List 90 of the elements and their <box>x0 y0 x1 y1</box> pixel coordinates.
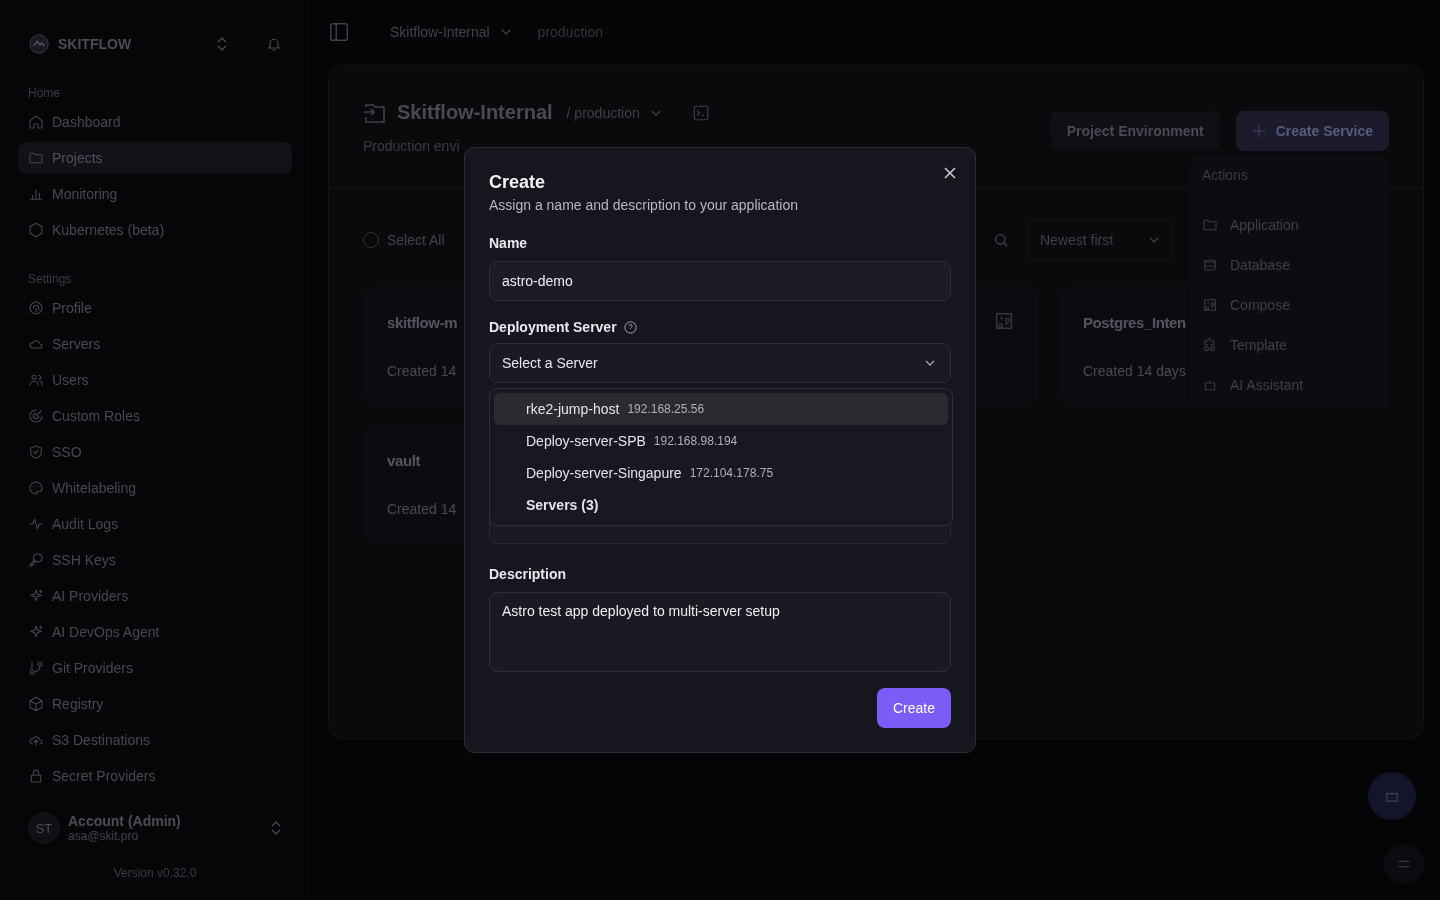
create-service-button[interactable]: Create Service <box>1235 111 1389 151</box>
sidebar-item[interactable]: Kubernetes (beta) <box>18 214 292 246</box>
account-menu[interactable]: ST Account (Admin) asa@skit.pro <box>18 800 292 856</box>
server-option[interactable]: Deploy-server-Singapure 172.104.178.75 <box>494 457 948 489</box>
menu-item[interactable]: Compose <box>1202 285 1376 325</box>
menu-item[interactable]: AI Assistant <box>1202 365 1376 405</box>
sidebar-item[interactable]: Servers <box>18 328 292 360</box>
avatar: ST <box>28 812 60 844</box>
service-name: skitflow-m <box>387 314 458 331</box>
git-branch-icon <box>28 660 44 676</box>
sidebar-item[interactable]: Projects <box>18 142 292 174</box>
home-icon <box>28 114 44 130</box>
sidebar-item[interactable]: Profile <box>18 292 292 324</box>
compose-icon <box>993 310 1015 332</box>
help-icon[interactable] <box>622 319 638 335</box>
sidebar-item[interactable]: S3 Destinations <box>18 724 292 756</box>
create-button[interactable]: Create <box>876 688 951 728</box>
environment-selector[interactable]: / production <box>566 104 640 121</box>
compose-icon <box>1202 297 1218 313</box>
description-input[interactable]: Astro test app deployed to multi-server setup <box>489 592 951 672</box>
plus-icon <box>1251 124 1266 138</box>
account-name: Account (Admin) <box>68 813 182 829</box>
menu-item[interactable]: Template <box>1202 325 1376 365</box>
bell-icon[interactable] <box>266 36 282 52</box>
key-icon <box>28 552 44 568</box>
close-icon[interactable] <box>943 166 957 180</box>
dialog-subtitle: Assign a name and description to your application <box>489 197 799 213</box>
folder-icon <box>28 150 44 166</box>
sidebar-item[interactable]: Git Providers <box>18 652 292 684</box>
brand-name: SKITFLOW <box>58 36 133 52</box>
menu-item[interactable]: Application <box>1202 205 1376 245</box>
breadcrumb-project[interactable]: Skitflow-Internal <box>390 24 490 40</box>
shield-icon <box>28 444 44 460</box>
select-all-label: Select All <box>387 232 445 248</box>
sidebar-item[interactable]: SSO <box>18 436 292 468</box>
robot-icon <box>1202 377 1218 393</box>
database-icon <box>1202 257 1218 273</box>
sidebar-item[interactable]: AI Providers <box>18 580 292 612</box>
palette-icon <box>28 480 44 496</box>
service-name: vault <box>387 452 420 469</box>
account-email: asa@skit.pro <box>68 829 140 843</box>
created-date: Created 14 <box>387 363 457 379</box>
version-label: Version v0.32.0 <box>112 865 198 882</box>
name-input[interactable]: astro-demo <box>489 261 951 301</box>
sparkle-icon <box>28 624 44 640</box>
server-option[interactable]: Deploy-server-SPB 192.168.98.194 <box>494 425 948 457</box>
sidebar-item[interactable]: Audit Logs <box>18 508 292 540</box>
package-icon <box>28 696 44 712</box>
sidebar-item[interactable]: Whitelabeling <box>18 472 292 504</box>
lock-icon <box>28 768 44 784</box>
project-title: Skitflow-Internal <box>397 101 553 124</box>
sidebar-item[interactable]: Dashboard <box>18 106 292 138</box>
chevrons-icon <box>270 820 282 836</box>
activity-icon <box>28 516 44 532</box>
section-heading: Home <box>27 85 61 102</box>
settings-button[interactable] <box>1384 844 1424 884</box>
project-environment-button[interactable]: Project Environment <box>1050 111 1220 151</box>
menu-item[interactable]: Database <box>1202 245 1376 285</box>
sidebar-item[interactable]: AI DevOps Agent <box>18 616 292 648</box>
sidebar-item[interactable]: SSH Keys <box>18 544 292 576</box>
target-icon <box>28 408 44 424</box>
sidebar-item[interactable]: Monitoring <box>18 178 292 210</box>
dialog-title: Create <box>489 172 547 193</box>
field-label: Name <box>489 235 529 251</box>
sidebar-item[interactable]: Secret Providers <box>18 760 292 792</box>
sidebar-item[interactable]: Custom Roles <box>18 400 292 432</box>
server-option[interactable]: rke2-jump-host 192.168.25.56 <box>494 393 948 425</box>
sidebar-item[interactable]: Registry <box>18 688 292 720</box>
option-group-label: Servers (3) <box>525 496 600 515</box>
puzzle-icon <box>1202 337 1218 353</box>
server-select[interactable]: Select a Server <box>489 343 951 383</box>
terminal-icon[interactable] <box>691 103 710 122</box>
search-icon[interactable] <box>993 232 1009 248</box>
sort-select[interactable]: Newest first <box>1027 220 1173 260</box>
sidebar-item[interactable]: Users <box>18 364 292 396</box>
users-icon <box>28 372 44 388</box>
hexagon-icon <box>28 222 44 238</box>
created-date: Created 14 days <box>1083 363 1186 379</box>
logo-icon <box>28 33 50 55</box>
created-date: Created 14 <box>387 501 457 517</box>
field-label: Deployment Server <box>489 319 617 335</box>
section-heading: Settings <box>27 271 73 288</box>
sparkle-icon <box>28 588 44 604</box>
assistant-button[interactable] <box>1368 772 1416 820</box>
folder-icon <box>1202 217 1218 233</box>
sidebar-toggle-icon[interactable] <box>328 21 350 43</box>
folder-arrow-icon <box>363 101 387 124</box>
chevrons-icon[interactable] <box>216 36 228 52</box>
service-name: Postgres_Inten <box>1083 314 1186 331</box>
field-label: Description <box>489 566 567 582</box>
